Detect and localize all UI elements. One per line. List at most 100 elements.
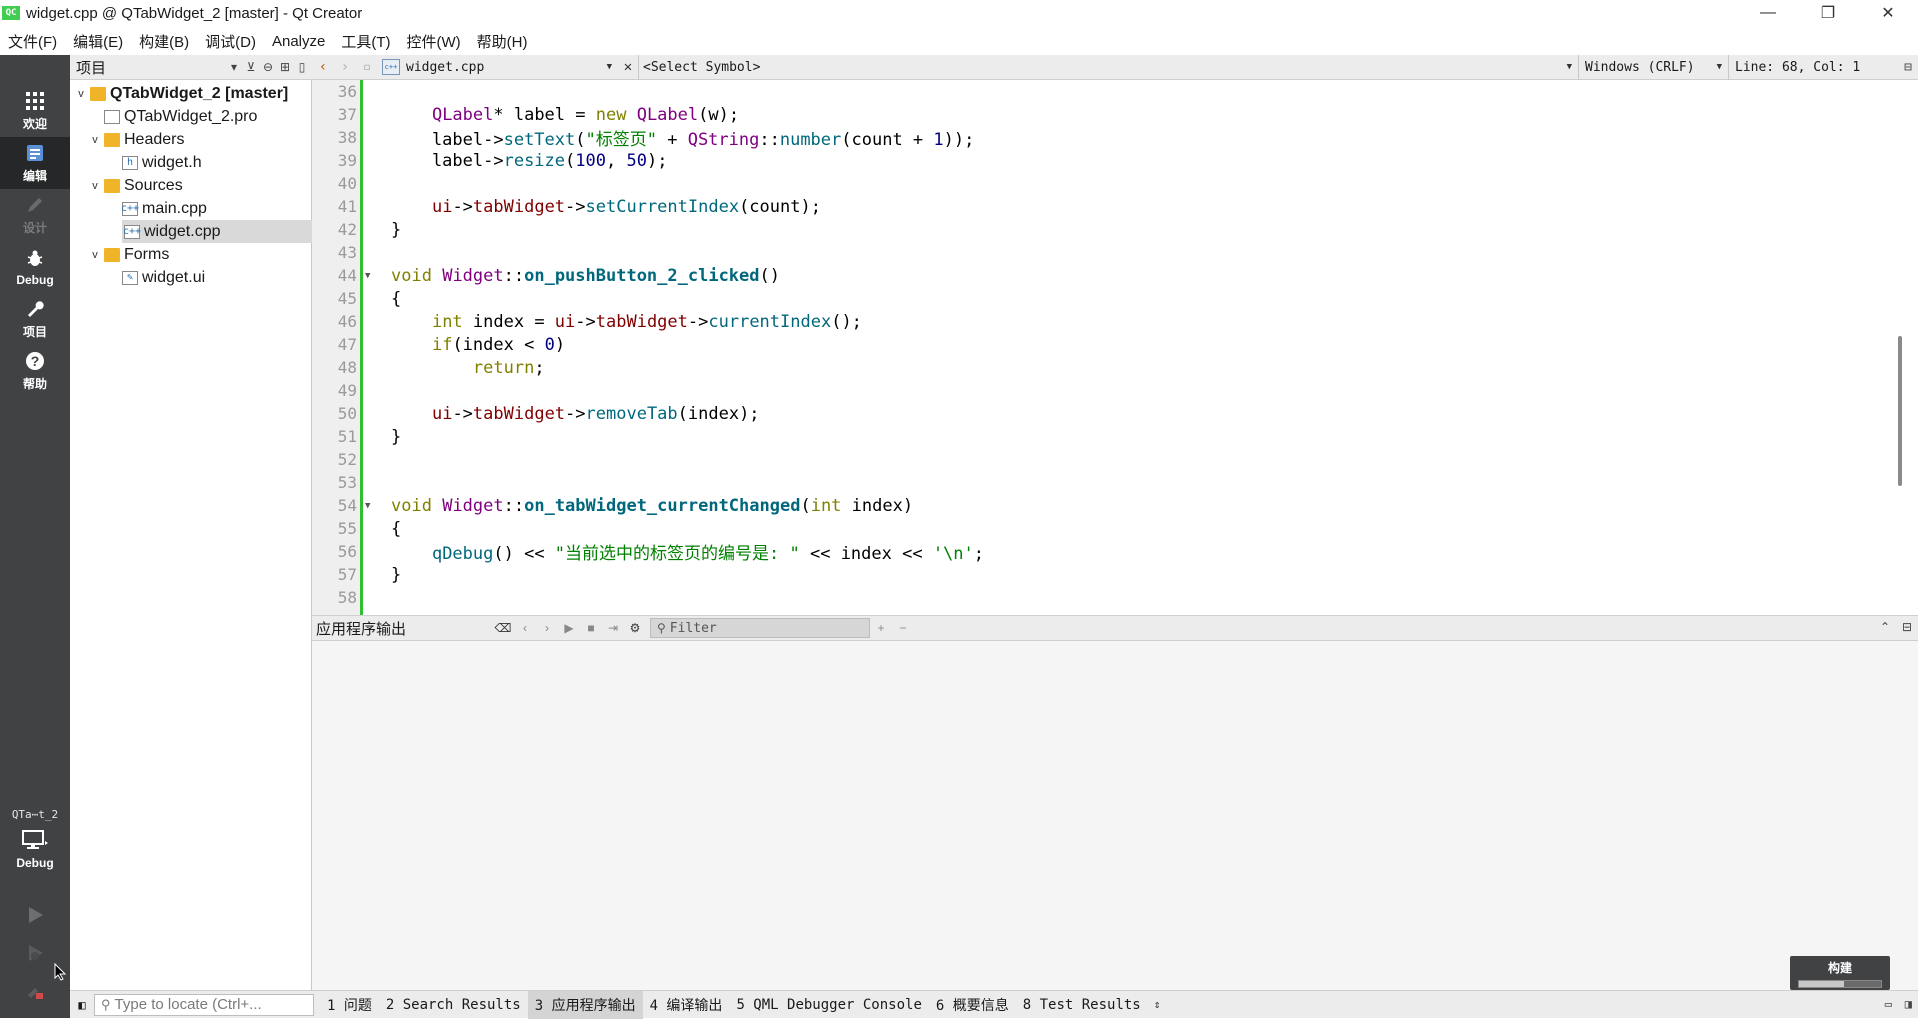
kit-selector[interactable]: Debug [0, 828, 70, 880]
mode-design[interactable]: 设计 [0, 189, 70, 241]
tree-item-forms[interactable]: v Forms [70, 243, 312, 266]
scrollbar-thumb[interactable] [1898, 336, 1902, 486]
more-tabs-icon[interactable]: ⇕ [1148, 998, 1167, 1011]
stop-icon[interactable]: ■ [580, 621, 602, 635]
tab-compile-output[interactable]: 4 编译输出 [643, 991, 730, 1019]
mode-welcome[interactable]: 欢迎 [0, 85, 70, 137]
code-line[interactable]: 43 [312, 241, 1906, 264]
tree-item-widget-cpp[interactable]: c++ widget.cpp [122, 220, 312, 243]
tree-item-main-cpp[interactable]: c++ main.cpp [70, 197, 312, 220]
code-line[interactable]: 41 ui->tabWidget->setCurrentIndex(count)… [312, 195, 1906, 218]
menu-widgets[interactable]: 控件(W) [407, 31, 461, 52]
debug-run-button[interactable] [22, 940, 48, 966]
chevron-down-icon[interactable]: v [88, 180, 102, 192]
tab-application-output[interactable]: 3 应用程序输出 [527, 990, 643, 1019]
tab-search-results[interactable]: 2 Search Results [379, 991, 528, 1019]
line-ending-combo[interactable]: Windows (CRLF) ▼ [1578, 54, 1728, 80]
rerun-icon[interactable]: ▶ [558, 621, 580, 635]
tree-item-widget-h[interactable]: h widget.h [70, 151, 312, 174]
run-button[interactable] [22, 902, 48, 928]
code-line[interactable]: 49 [312, 379, 1906, 402]
settings-gear-icon[interactable]: ⚙ [624, 621, 646, 635]
code-line[interactable]: 51} [312, 425, 1906, 448]
code-line[interactable]: 50 ui->tabWidget->removeTab(index); [312, 402, 1906, 425]
next-item-icon[interactable]: › [536, 621, 558, 635]
menu-edit[interactable]: 编辑(E) [73, 31, 123, 52]
code-line[interactable]: 40 [312, 172, 1906, 195]
tab-test-results[interactable]: 8 Test Results [1016, 991, 1148, 1019]
symbol-combo[interactable]: <Select Symbol> ▼ [638, 54, 1578, 80]
build-button[interactable] [22, 978, 48, 1004]
attach-icon[interactable]: ⇥ [602, 621, 624, 635]
split-icon[interactable]: ⊞ [278, 60, 292, 74]
chevron-down-icon[interactable]: v [88, 134, 102, 146]
code-line[interactable]: 52 [312, 448, 1906, 471]
mode-edit[interactable]: 编辑 [0, 137, 70, 189]
link-icon[interactable]: ⊖ [261, 60, 275, 74]
tree-item-sources[interactable]: v Sources [70, 174, 312, 197]
code-line[interactable]: 38 label->setText("标签页" + QString::numbe… [312, 126, 1906, 150]
tab-issues[interactable]: 1 问题 [320, 991, 379, 1019]
open-documents-combo[interactable]: c++ widget.cpp ▼ [378, 59, 618, 75]
tab-qml-debugger-console[interactable]: 5 QML Debugger Console [729, 991, 928, 1019]
navigate-back-icon[interactable]: ‹ [312, 59, 334, 75]
code-line[interactable]: 58 [312, 586, 1906, 609]
navigate-forward-icon[interactable]: › [334, 59, 356, 75]
chevron-down-icon[interactable]: ▾ [227, 60, 241, 74]
code-line[interactable]: 57} [312, 563, 1906, 586]
code-line[interactable]: 56 qDebug() << "当前选中的标签页的编号是: " << index… [312, 540, 1906, 564]
output-filter-input[interactable]: ⚲ Filter [650, 618, 870, 638]
locator-input[interactable]: ⚲ Type to locate (Ctrl+... [94, 993, 314, 1016]
close-document-icon[interactable]: ✕ [618, 59, 638, 75]
code-line[interactable]: 39 label->resize(100, 50); [312, 149, 1906, 172]
filter-icon[interactable]: ⊻ [244, 60, 258, 74]
close-pane-icon[interactable]: ▯ [295, 60, 309, 74]
code-editor[interactable]: 36 37 QLabel* label = new QLabel(w); 38 la… [312, 80, 1906, 615]
chevron-down-icon[interactable]: v [74, 88, 88, 100]
close-pane-icon[interactable]: ⊟ [1902, 620, 1912, 634]
fold-marker-icon[interactable]: ▼ [365, 271, 375, 281]
restore-button[interactable]: ❐ [1798, 0, 1858, 26]
split-editor-icon[interactable]: ⊟ [1898, 60, 1918, 75]
tree-item-widget-ui[interactable]: ✎ widget.ui [70, 266, 312, 289]
project-view-selector[interactable]: 项目 [74, 57, 227, 78]
menu-analyze[interactable]: Analyze [272, 33, 325, 50]
toggle-output-icon[interactable]: ◨ [1905, 997, 1912, 1011]
maximize-pane-icon[interactable]: ⌃ [1880, 620, 1890, 634]
code-line[interactable]: 48 return; [312, 356, 1906, 379]
progress-details-icon[interactable]: ▭ [1885, 997, 1892, 1011]
chevron-down-icon[interactable]: v [88, 249, 102, 261]
menu-build[interactable]: 构建(B) [139, 31, 189, 52]
previous-item-icon[interactable]: ‹ [514, 621, 536, 635]
zoom-in-icon[interactable]: + [870, 621, 892, 635]
tree-item-project[interactable]: v QTabWidget_2 [master] [70, 82, 312, 105]
minimize-button[interactable]: — [1738, 0, 1798, 26]
toggle-sidebar-icon[interactable]: ◧ [70, 998, 94, 1012]
code-line[interactable]: 45 { [312, 287, 1906, 310]
menu-debug[interactable]: 调试(D) [205, 31, 256, 52]
editor-scrollbar[interactable] [1894, 80, 1906, 615]
mode-projects[interactable]: 项目 [0, 293, 70, 345]
cursor-position[interactable]: Line: 68, Col: 1 [1728, 54, 1898, 80]
menu-help[interactable]: 帮助(H) [477, 31, 528, 52]
code-line[interactable]: 42} [312, 218, 1906, 241]
tab-general-messages[interactable]: 6 概要信息 [929, 991, 1016, 1019]
code-line[interactable]: 36 [312, 80, 1906, 103]
zoom-out-icon[interactable]: − [892, 621, 914, 635]
code-line[interactable]: 47 if(index < 0) [312, 333, 1906, 356]
fold-marker-icon[interactable]: ▼ [365, 501, 375, 511]
menu-file[interactable]: 文件(F) [8, 31, 57, 52]
close-button[interactable]: ✕ [1858, 0, 1918, 26]
code-line[interactable]: 44 ▼ void Widget::on_pushButton_2_clicked(… [312, 264, 1906, 287]
tree-item-pro-file[interactable]: QTabWidget_2.pro [70, 105, 312, 128]
code-line[interactable]: 37 QLabel* label = new QLabel(w); [312, 103, 1906, 126]
menu-tools[interactable]: 工具(T) [341, 31, 390, 52]
code-line[interactable]: 54 ▼ void Widget::on_tabWidget_currentChan… [312, 494, 1906, 517]
code-line[interactable]: 55 { [312, 517, 1906, 540]
code-line[interactable]: 53 [312, 471, 1906, 494]
mode-debug[interactable]: Debug [0, 241, 70, 293]
code-line[interactable]: 46 int index = ui->tabWidget->currentInd… [312, 310, 1906, 333]
mode-help[interactable]: ? 帮助 [0, 345, 70, 397]
output-content[interactable] [312, 641, 1918, 990]
clear-output-icon[interactable]: ⌫ [492, 621, 514, 635]
